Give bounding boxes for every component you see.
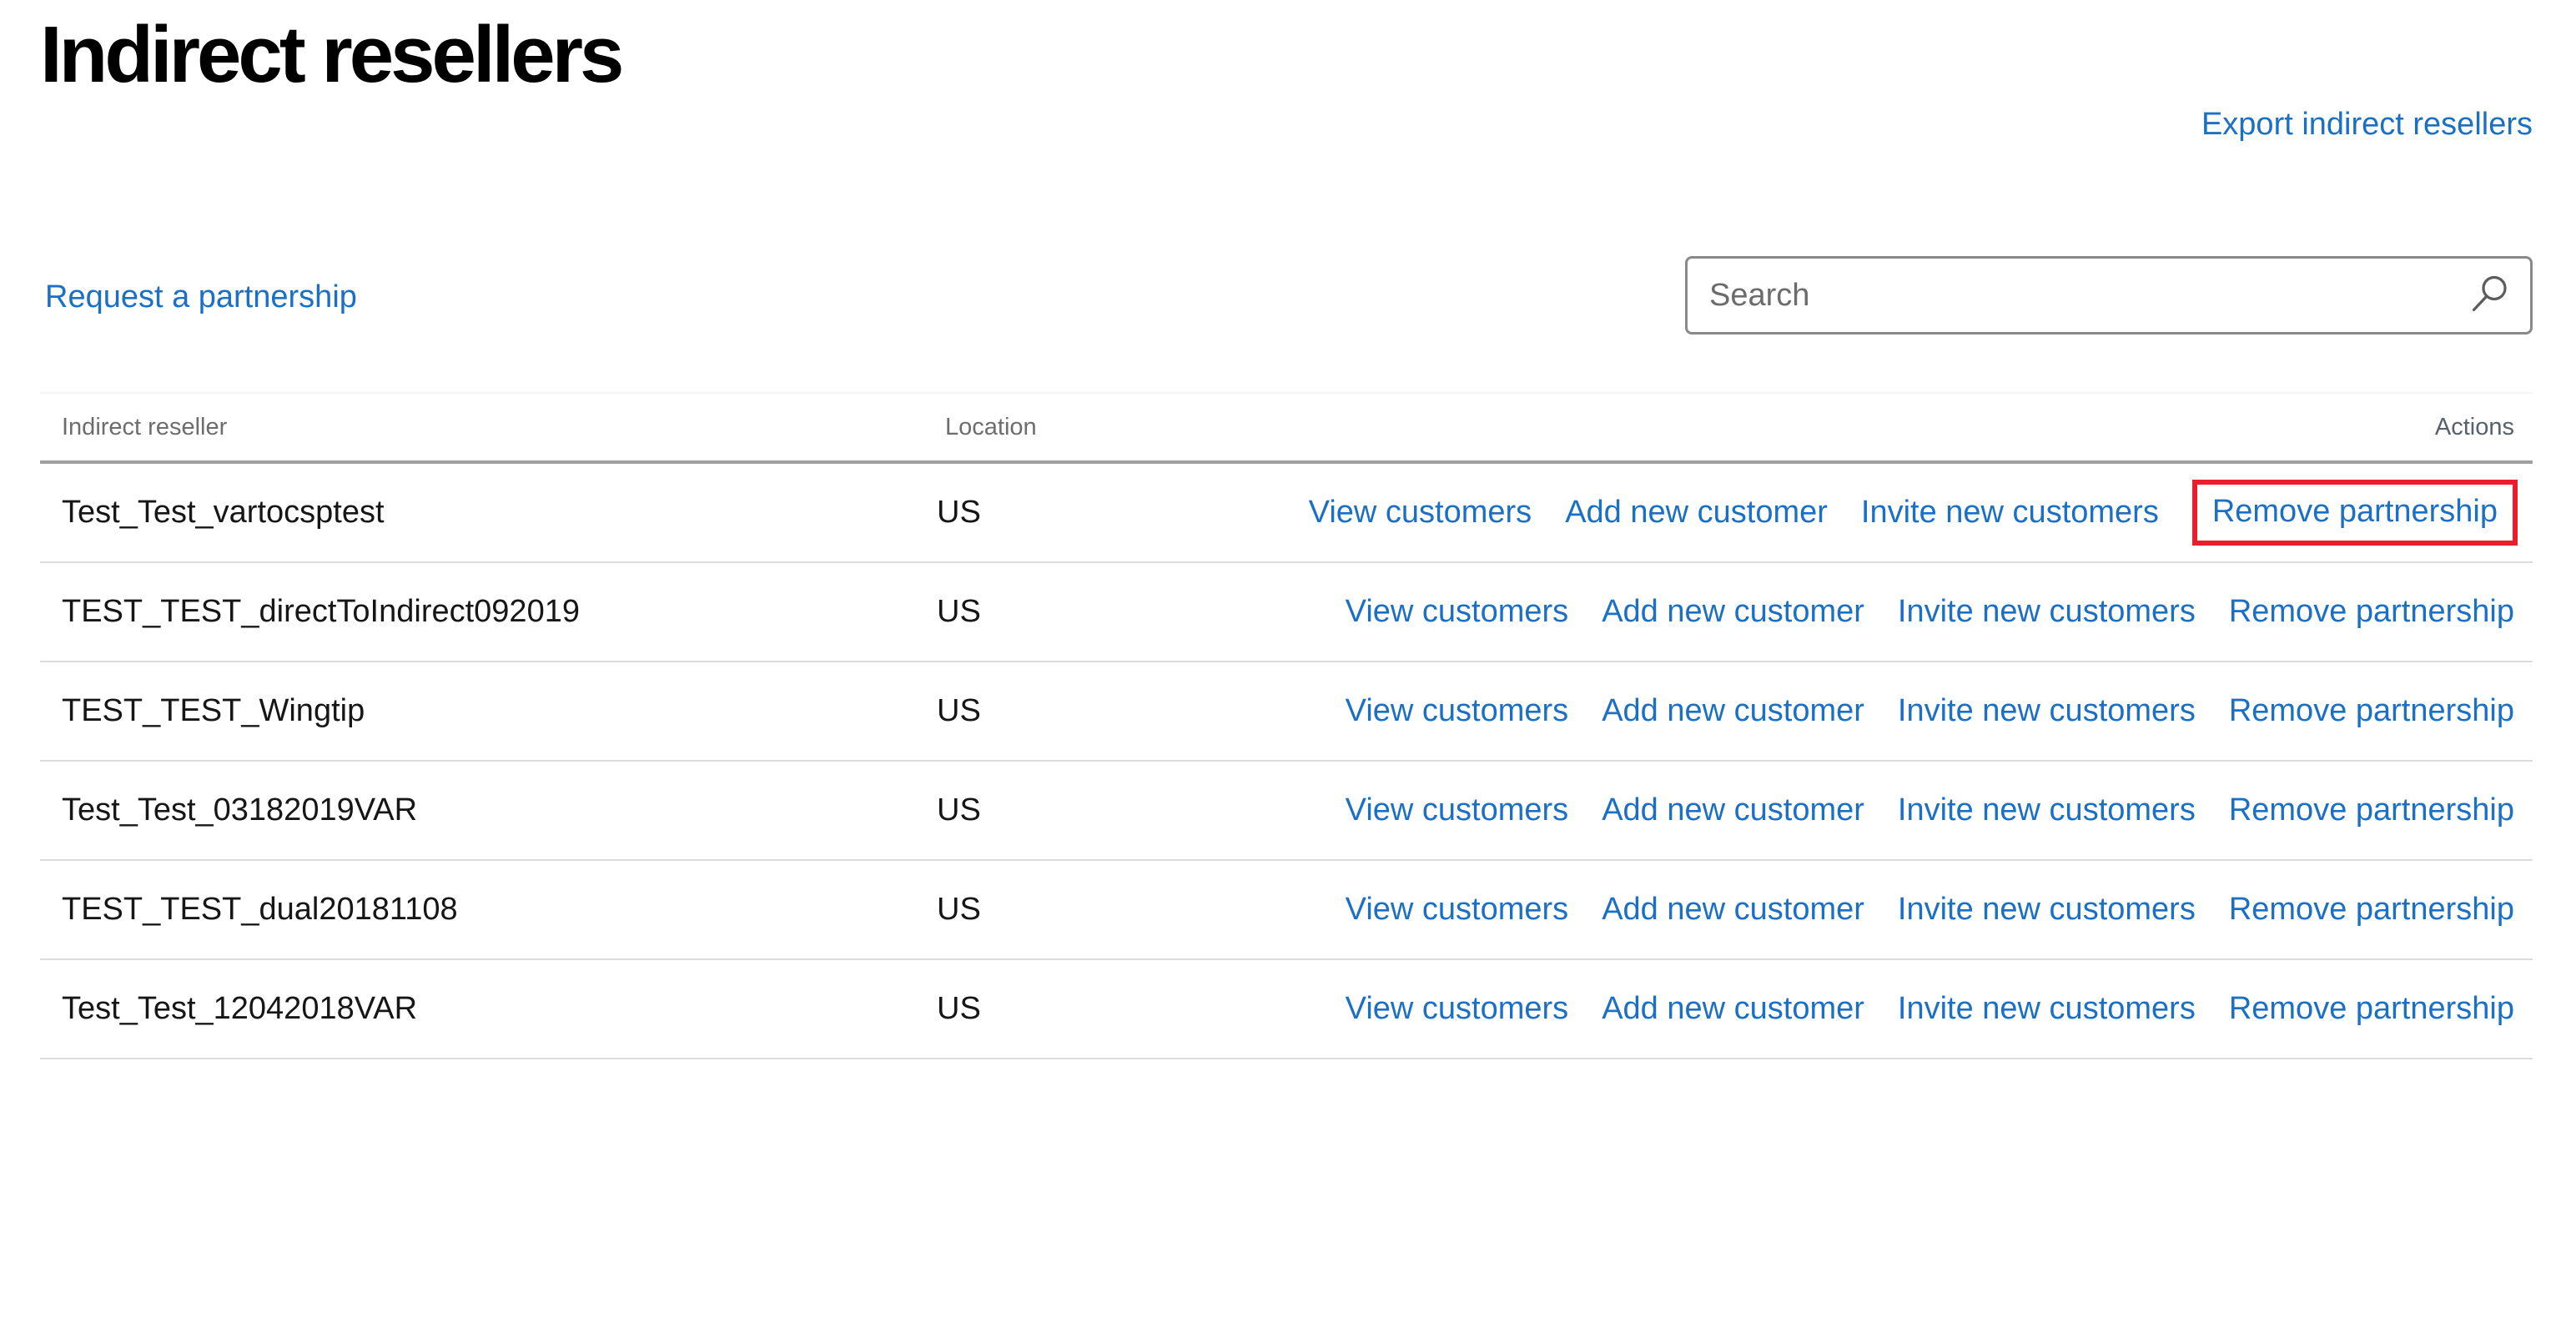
view-customers-link[interactable]: View customers: [1346, 792, 1569, 828]
invite-new-customers-link[interactable]: Invite new customers: [1861, 495, 2159, 531]
row-actions: View customers Add new customer Invite n…: [1346, 792, 2533, 828]
row-actions: View customers Add new customer Invite n…: [1346, 594, 2533, 630]
reseller-name: TEST_TEST_dual20181108: [40, 892, 937, 928]
remove-partnership-link[interactable]: Remove partnership: [2229, 792, 2514, 828]
view-customers-link[interactable]: View customers: [1346, 892, 1569, 928]
add-new-customer-link[interactable]: Add new customer: [1602, 792, 1864, 828]
view-customers-link[interactable]: View customers: [1309, 495, 1532, 531]
row-actions: View customers Add new customer Invite n…: [1346, 693, 2533, 729]
add-new-customer-link[interactable]: Add new customer: [1602, 991, 1864, 1027]
table-row: TEST_TEST_dual20181108 US View customers…: [40, 861, 2533, 960]
invite-new-customers-link[interactable]: Invite new customers: [1898, 792, 2196, 828]
table-row: TEST_TEST_Wingtip US View customers Add …: [40, 662, 2533, 762]
remove-partnership-link[interactable]: Remove partnership: [2192, 480, 2518, 546]
reseller-name: Test_Test_12042018VAR: [40, 991, 937, 1027]
view-customers-link[interactable]: View customers: [1346, 594, 1569, 630]
resellers-table: Indirect reseller Location Actions Test_…: [40, 392, 2533, 1059]
remove-partnership-link[interactable]: Remove partnership: [2229, 693, 2514, 729]
add-new-customer-link[interactable]: Add new customer: [1565, 495, 1828, 531]
remove-partnership-link[interactable]: Remove partnership: [2229, 594, 2514, 630]
reseller-location: US: [937, 594, 1187, 630]
reseller-name: Test_Test_03182019VAR: [40, 792, 937, 828]
remove-partnership-link[interactable]: Remove partnership: [2229, 991, 2514, 1027]
export-indirect-resellers-link[interactable]: Export indirect resellers: [2201, 107, 2533, 143]
view-customers-link[interactable]: View customers: [1346, 991, 1569, 1027]
invite-new-customers-link[interactable]: Invite new customers: [1898, 693, 2196, 729]
table-row: TEST_TEST_directToIndirect092019 US View…: [40, 563, 2533, 662]
reseller-name: TEST_TEST_directToIndirect092019: [40, 594, 937, 630]
row-actions: View customers Add new customer Invite n…: [1346, 892, 2533, 928]
search-icon[interactable]: [2468, 274, 2510, 316]
reseller-location: US: [937, 991, 1187, 1027]
reseller-name: Test_Test_vartocsptest: [40, 495, 937, 531]
page-title: Indirect resellers: [40, 13, 621, 98]
reseller-location: US: [937, 495, 1187, 531]
add-new-customer-link[interactable]: Add new customer: [1602, 594, 1864, 630]
column-header-indirect-reseller: Indirect reseller: [40, 414, 945, 441]
table-row: Test_Test_vartocsptest US View customers…: [40, 464, 2533, 563]
request-partnership-link[interactable]: Request a partnership: [45, 279, 357, 315]
table-header-row: Indirect reseller Location Actions: [40, 392, 2533, 464]
reseller-location: US: [937, 892, 1187, 928]
table-row: Test_Test_03182019VAR US View customers …: [40, 762, 2533, 861]
search-input[interactable]: [1688, 259, 2468, 332]
indirect-resellers-page: Indirect resellers Export indirect resel…: [0, 0, 2576, 1318]
invite-new-customers-link[interactable]: Invite new customers: [1898, 892, 2196, 928]
view-customers-link[interactable]: View customers: [1346, 693, 1569, 729]
reseller-location: US: [937, 693, 1187, 729]
column-header-location: Location: [945, 414, 2435, 441]
row-actions: View customers Add new customer Invite n…: [1346, 991, 2533, 1027]
reseller-name: TEST_TEST_Wingtip: [40, 693, 937, 729]
row-actions: View customers Add new customer Invite n…: [1309, 495, 2533, 531]
reseller-location: US: [937, 792, 1187, 828]
invite-new-customers-link[interactable]: Invite new customers: [1898, 594, 2196, 630]
remove-partnership-link[interactable]: Remove partnership: [2229, 892, 2514, 928]
table-body: Test_Test_vartocsptest US View customers…: [40, 464, 2533, 1059]
add-new-customer-link[interactable]: Add new customer: [1602, 693, 1864, 729]
table-row: Test_Test_12042018VAR US View customers …: [40, 960, 2533, 1059]
column-header-actions: Actions: [2435, 414, 2533, 441]
add-new-customer-link[interactable]: Add new customer: [1602, 892, 1864, 928]
search-box[interactable]: [1685, 256, 2533, 335]
invite-new-customers-link[interactable]: Invite new customers: [1898, 991, 2196, 1027]
